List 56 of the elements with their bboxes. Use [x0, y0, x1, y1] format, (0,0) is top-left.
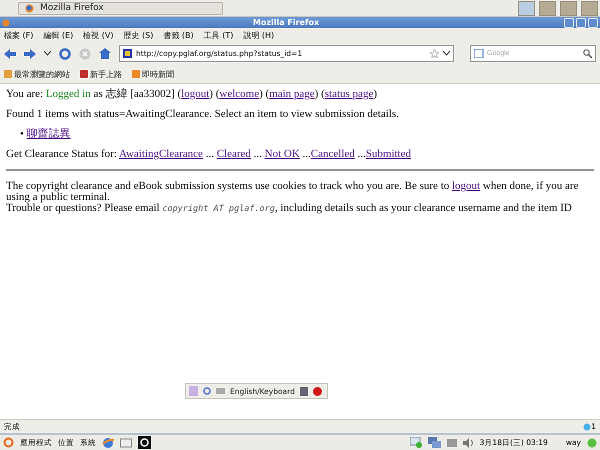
window-title: Mozilla Firefox — [252, 18, 320, 27]
text-link[interactable]: Cleared — [216, 148, 251, 160]
maximize-button[interactable] — [576, 18, 586, 28]
menu-item[interactable]: 檢視 (V) — [83, 30, 114, 40]
bookmark-item[interactable]: 即時新聞 — [132, 68, 174, 80]
close-button[interactable] — [588, 18, 598, 28]
text-link[interactable]: Not OK — [264, 148, 300, 160]
clearance-status-line: Get Clearance Status for: AwaitingClearance ... Cleared ... Not OK ...Cancelled ...Submitted — [6, 149, 412, 160]
menu-item[interactable]: 歷史 (S) — [124, 30, 154, 40]
home-icon[interactable] — [99, 48, 111, 59]
taskbar-window-button[interactable]: Mozilla Firefox — [18, 2, 223, 14]
text-link[interactable]: logout — [181, 88, 210, 100]
workspace-switcher[interactable] — [539, 0, 556, 16]
workspace-switcher[interactable] — [581, 0, 598, 16]
contact-text: Trouble or questions? Please email copyright AT pglaf.org, including details such as your clearance username and the item ID — [6, 203, 573, 215]
forward-arrow-icon[interactable] — [24, 48, 36, 58]
menu-item[interactable]: 編輯 (E) — [43, 30, 74, 40]
item-link[interactable]: 聊齋誌異 — [26, 128, 71, 140]
status-dot-icon — [587, 438, 597, 448]
login-status-line: You are: Logged in as 志緯 [aa33002] (logout) (welcome) (main page) (status page) — [6, 89, 378, 100]
folder-icon — [4, 70, 12, 78]
text-link[interactable]: AwaitingClearance — [119, 148, 203, 160]
menu-item[interactable]: 書籤 (B) — [163, 30, 194, 40]
envelope-icon[interactable] — [120, 437, 132, 448]
feed-icon — [132, 70, 140, 78]
site-icon — [123, 49, 132, 58]
star-icon[interactable] — [430, 49, 439, 58]
menu-item[interactable]: 檔案 (F) — [4, 30, 34, 40]
bookmark-item[interactable]: 新手上路 — [80, 68, 122, 80]
cookie-notice-text: The copyright clearance and eBook submission systems use cookies to track who you are. Be sure to logout when done, if you are using a public terminal. — [6, 181, 580, 203]
text-link[interactable]: status page — [324, 88, 374, 100]
logo-icon[interactable] — [3, 437, 14, 448]
terminal-icon[interactable] — [138, 436, 151, 449]
bug-icon — [80, 70, 88, 78]
reload-icon[interactable] — [59, 48, 71, 60]
workspace-switcher[interactable] — [518, 0, 535, 16]
text-link[interactable]: logout — [452, 180, 480, 192]
workspace-switcher[interactable] — [560, 0, 577, 16]
speaker-icon[interactable] — [462, 438, 474, 448]
search-icon[interactable] — [583, 49, 592, 58]
dropdown-caret-icon[interactable] — [443, 51, 450, 56]
menu-item[interactable]: 工具 (T) — [204, 30, 234, 40]
chat-icon[interactable] — [410, 437, 422, 448]
menu-item[interactable]: 說明 (H) — [243, 30, 274, 40]
found-items-text: Found 1 items with status=AwaitingClearance. Select an item to view submission details. — [6, 109, 400, 120]
text-link[interactable]: welcome — [219, 88, 260, 100]
swirl-icon[interactable] — [203, 387, 211, 395]
bookmark-item[interactable]: 最常瀏覽的網站 — [4, 68, 70, 80]
bullet: • — [20, 128, 24, 140]
minimize-button[interactable] — [564, 18, 574, 28]
back-arrow-icon[interactable] — [4, 48, 16, 58]
text-link[interactable]: main page — [269, 88, 315, 100]
dropdown-caret-icon[interactable] — [44, 51, 51, 56]
network-icon[interactable] — [428, 437, 441, 448]
text-link[interactable]: Submitted — [366, 148, 411, 160]
text-link[interactable]: Cancelled — [310, 148, 355, 160]
